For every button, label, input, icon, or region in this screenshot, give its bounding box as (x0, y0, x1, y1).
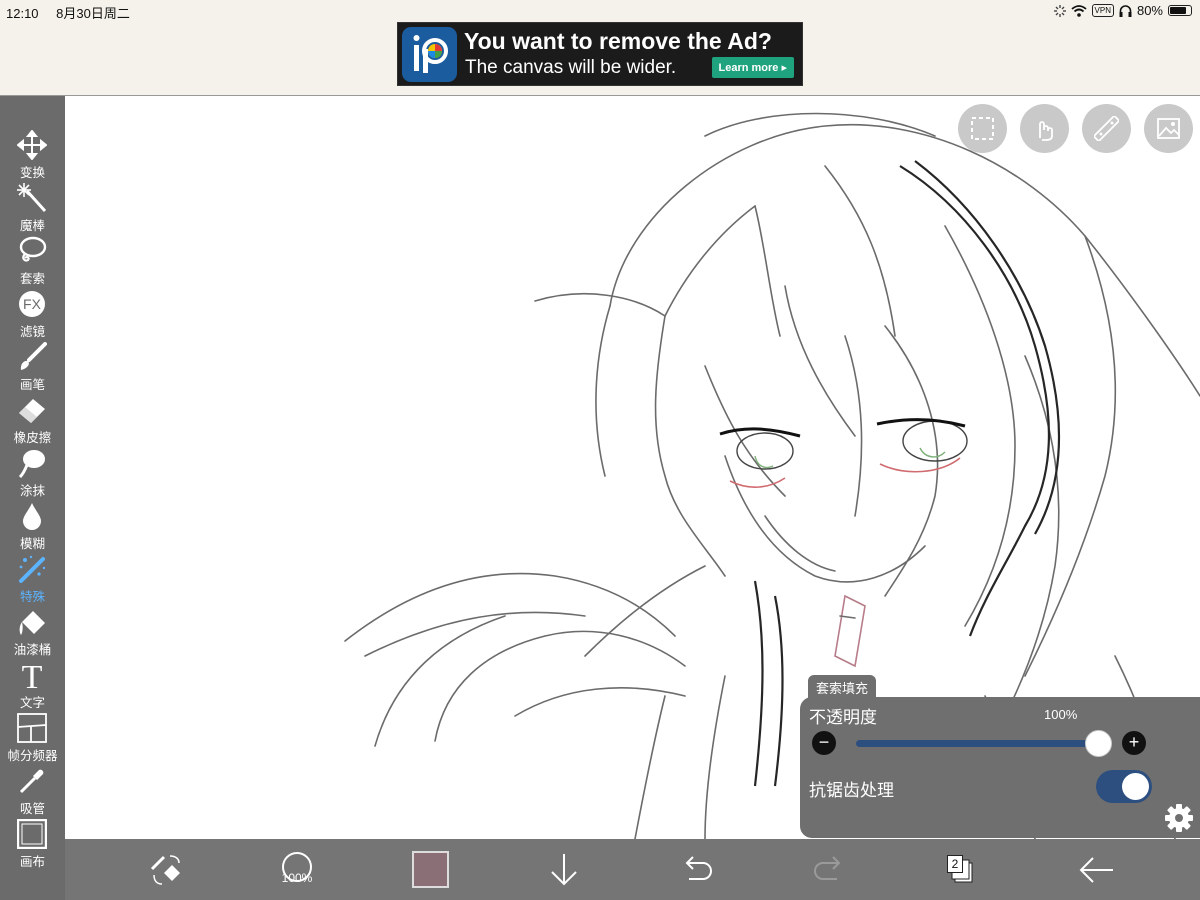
swap-brush-eraser-button[interactable] (146, 851, 186, 889)
frame-divider-icon (17, 713, 47, 743)
blur-drop-icon (23, 503, 41, 530)
antialias-toggle[interactable] (1096, 770, 1152, 803)
arrow-left-icon (1079, 857, 1113, 883)
touch-gesture-button[interactable] (1020, 104, 1069, 153)
tool-label: 文字 (19, 696, 45, 710)
ibispaint-logo (402, 27, 457, 82)
ad-subline: The canvas will be wider. (465, 57, 677, 78)
selection-button[interactable] (958, 104, 1007, 153)
tool-lasso[interactable]: 套索 (0, 236, 65, 289)
tool-eyedropper[interactable]: 吸管 (0, 766, 65, 819)
tool-label: 涂抹 (19, 484, 45, 498)
lasso-fill-panel: 不透明度 100% − + 抗锯齿处理 (800, 697, 1200, 838)
toggle-knob (1122, 773, 1149, 800)
opacity-decrease-button[interactable]: − (812, 731, 836, 755)
tool-text[interactable]: T 文字 (0, 660, 65, 713)
tool-label: 滤镜 (19, 325, 45, 339)
redo-icon (814, 856, 841, 880)
gear-icon[interactable] (1164, 803, 1194, 833)
wifi-icon (1070, 4, 1087, 17)
fx-icon: FX (19, 291, 45, 317)
tool-label: 吸管 (19, 802, 45, 816)
layer-count: 2 (947, 855, 963, 873)
tool-special[interactable]: 特殊 (0, 554, 65, 607)
opacity-slider[interactable] (856, 740, 1098, 747)
opacity-value: 100% (1044, 707, 1078, 722)
svg-text:FX: FX (23, 296, 42, 312)
tool-blur[interactable]: 模糊 (0, 501, 65, 554)
undo-icon (685, 856, 712, 880)
tool-label: 油漆桶 (13, 643, 52, 657)
ad-headline: You want to remove the Ad? (464, 28, 772, 54)
tool-magic-wand[interactable]: 魔棒 (0, 183, 65, 236)
tool-canvas[interactable]: 画布 (0, 819, 65, 872)
tool-label: 套索 (19, 272, 45, 286)
battery-percent: 80% (1136, 3, 1163, 18)
smudge-icon (18, 450, 45, 478)
eyedropper-icon (19, 769, 44, 794)
tool-label: 模糊 (19, 537, 45, 551)
reference-image-button[interactable] (1144, 104, 1193, 153)
canvas-icon (17, 819, 47, 849)
current-color-button[interactable] (412, 851, 449, 888)
move-arrows-icon (17, 130, 47, 160)
paint-bucket-icon (19, 611, 45, 635)
tool-bucket[interactable]: 油漆桶 (0, 607, 65, 660)
tool-label: 变换 (19, 166, 45, 180)
redo-button[interactable] (809, 851, 849, 889)
selection-icon (971, 117, 994, 140)
text-icon: T (22, 660, 43, 690)
brush-icon (20, 342, 47, 370)
special-wand-icon (19, 555, 46, 583)
loading-spinner-icon (1053, 4, 1066, 17)
brush-eraser-swap-icon (150, 855, 180, 885)
touch-gesture-icon (1039, 121, 1053, 141)
eraser-icon (19, 399, 45, 423)
headphones-icon (1119, 4, 1132, 17)
tool-smudge[interactable]: 涂抹 (0, 448, 65, 501)
ruler-icon (1094, 116, 1119, 141)
arrow-down-icon (551, 854, 577, 886)
lasso-icon (19, 236, 47, 262)
back-button[interactable] (1077, 851, 1117, 889)
bottom-toolbar: 100% 2 (65, 839, 1200, 900)
image-gallery-icon (1157, 118, 1180, 139)
tool-label: 特殊 (19, 590, 45, 604)
brush-size-label: 100% (281, 871, 313, 885)
opacity-label: 不透明度 (809, 708, 877, 727)
status-date: 8月30日周二 (56, 6, 130, 21)
status-time: 12:10 (6, 6, 39, 21)
opacity-increase-button[interactable]: + (1122, 731, 1146, 755)
svg-text:T: T (22, 660, 43, 690)
antialias-label: 抗锯齿处理 (809, 781, 894, 800)
tool-transform[interactable]: 变换 (0, 130, 65, 183)
vpn-badge: VPN (1091, 4, 1114, 17)
tool-sidebar: 变换 魔棒 套索 FX 滤镜 画笔 橡皮擦 涂抹 模糊 特殊 油漆桶 T 文字 … (0, 96, 65, 900)
magic-wand-icon (17, 183, 47, 213)
brush-size-button[interactable]: 100% (277, 851, 317, 889)
tool-eraser[interactable]: 橡皮擦 (0, 395, 65, 448)
tool-brush[interactable]: 画笔 (0, 342, 65, 395)
battery-icon (1168, 5, 1192, 16)
learn-more-button[interactable]: Learn more ▸ (711, 57, 794, 78)
undo-button[interactable] (677, 851, 717, 889)
tool-label: 魔棒 (19, 219, 45, 233)
apply-button[interactable] (544, 851, 584, 889)
tool-frame-divider[interactable]: 帧分频器 (0, 713, 65, 766)
ruler-button[interactable] (1082, 104, 1131, 153)
tool-filter[interactable]: FX 滤镜 (0, 289, 65, 342)
status-bar: 12:10 8月30日周二 VPN 80% (0, 0, 1200, 22)
layers-button[interactable]: 2 (943, 851, 983, 889)
tool-label: 橡皮擦 (13, 431, 52, 445)
opacity-slider-knob[interactable] (1084, 730, 1112, 757)
tool-label: 画笔 (19, 378, 45, 392)
ad-banner[interactable]: You want to remove the Ad? The canvas wi… (397, 22, 803, 86)
tool-label: 帧分频器 (7, 749, 58, 763)
tool-label: 画布 (19, 855, 45, 869)
ibispaint-screen: 12:10 8月30日周二 VPN 80% You want to remove… (0, 0, 1200, 900)
